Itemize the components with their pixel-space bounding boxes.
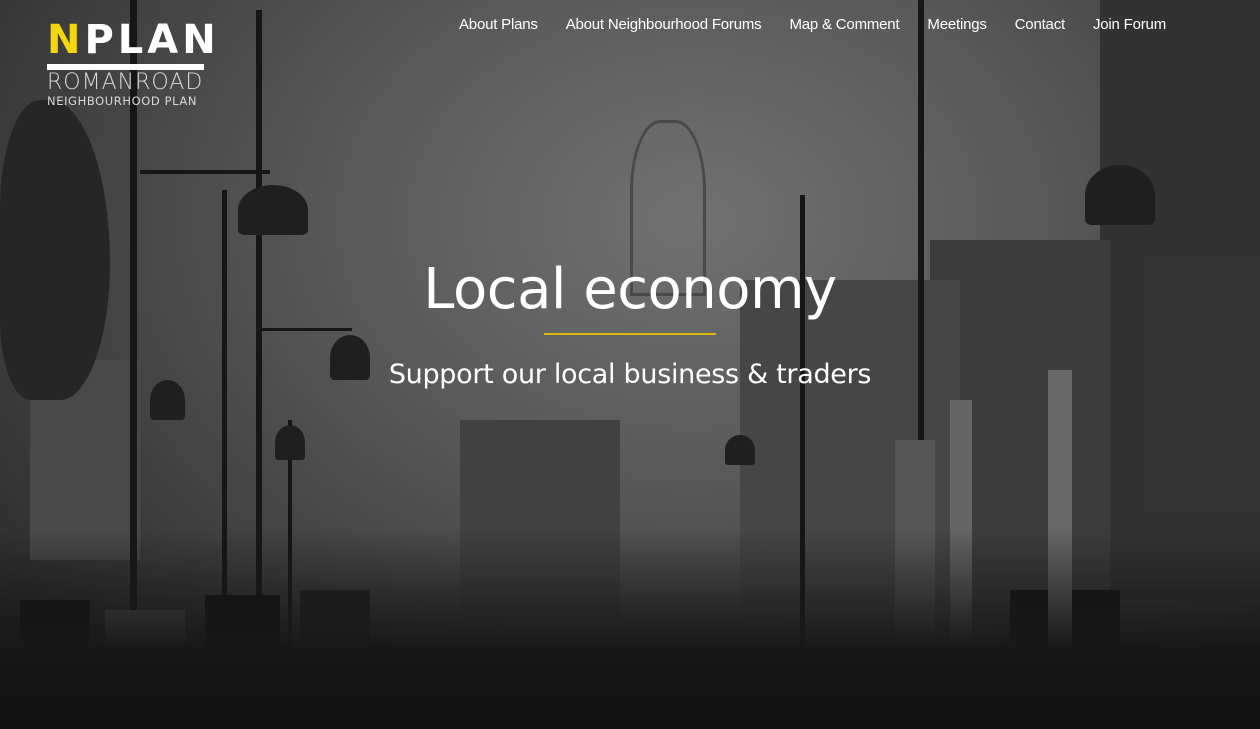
hero-section: N PLAN ROMANROAD NEIGHBOURHOOD PLAN Abou…: [0, 0, 1260, 729]
main-navigation: About Plans About Neighbourhood Forums M…: [459, 16, 1166, 33]
nav-meetings[interactable]: Meetings: [927, 16, 986, 33]
logo-line1: ROMANROAD: [47, 70, 204, 95]
nav-join-forum[interactable]: Join Forum: [1093, 16, 1166, 33]
nav-contact[interactable]: Contact: [1015, 16, 1065, 33]
logo-letters-plan: PLAN: [84, 17, 220, 63]
hero-subtitle: Support our local business & traders: [388, 359, 872, 390]
hero-divider: [544, 333, 716, 335]
logo-wordmark: N PLAN: [47, 17, 216, 63]
site-logo[interactable]: N PLAN ROMANROAD NEIGHBOURHOOD PLAN: [47, 17, 216, 108]
nav-about-neighbourhood-forums[interactable]: About Neighbourhood Forums: [566, 16, 762, 33]
hero-content: Local economy Support our local business…: [0, 255, 1260, 393]
logo-line2: NEIGHBOURHOOD PLAN: [47, 94, 198, 108]
hero-title: Local economy: [423, 257, 837, 322]
nav-about-plans[interactable]: About Plans: [459, 16, 538, 33]
nav-map-comment[interactable]: Map & Comment: [789, 16, 899, 33]
logo-letter-n: N: [47, 17, 85, 63]
